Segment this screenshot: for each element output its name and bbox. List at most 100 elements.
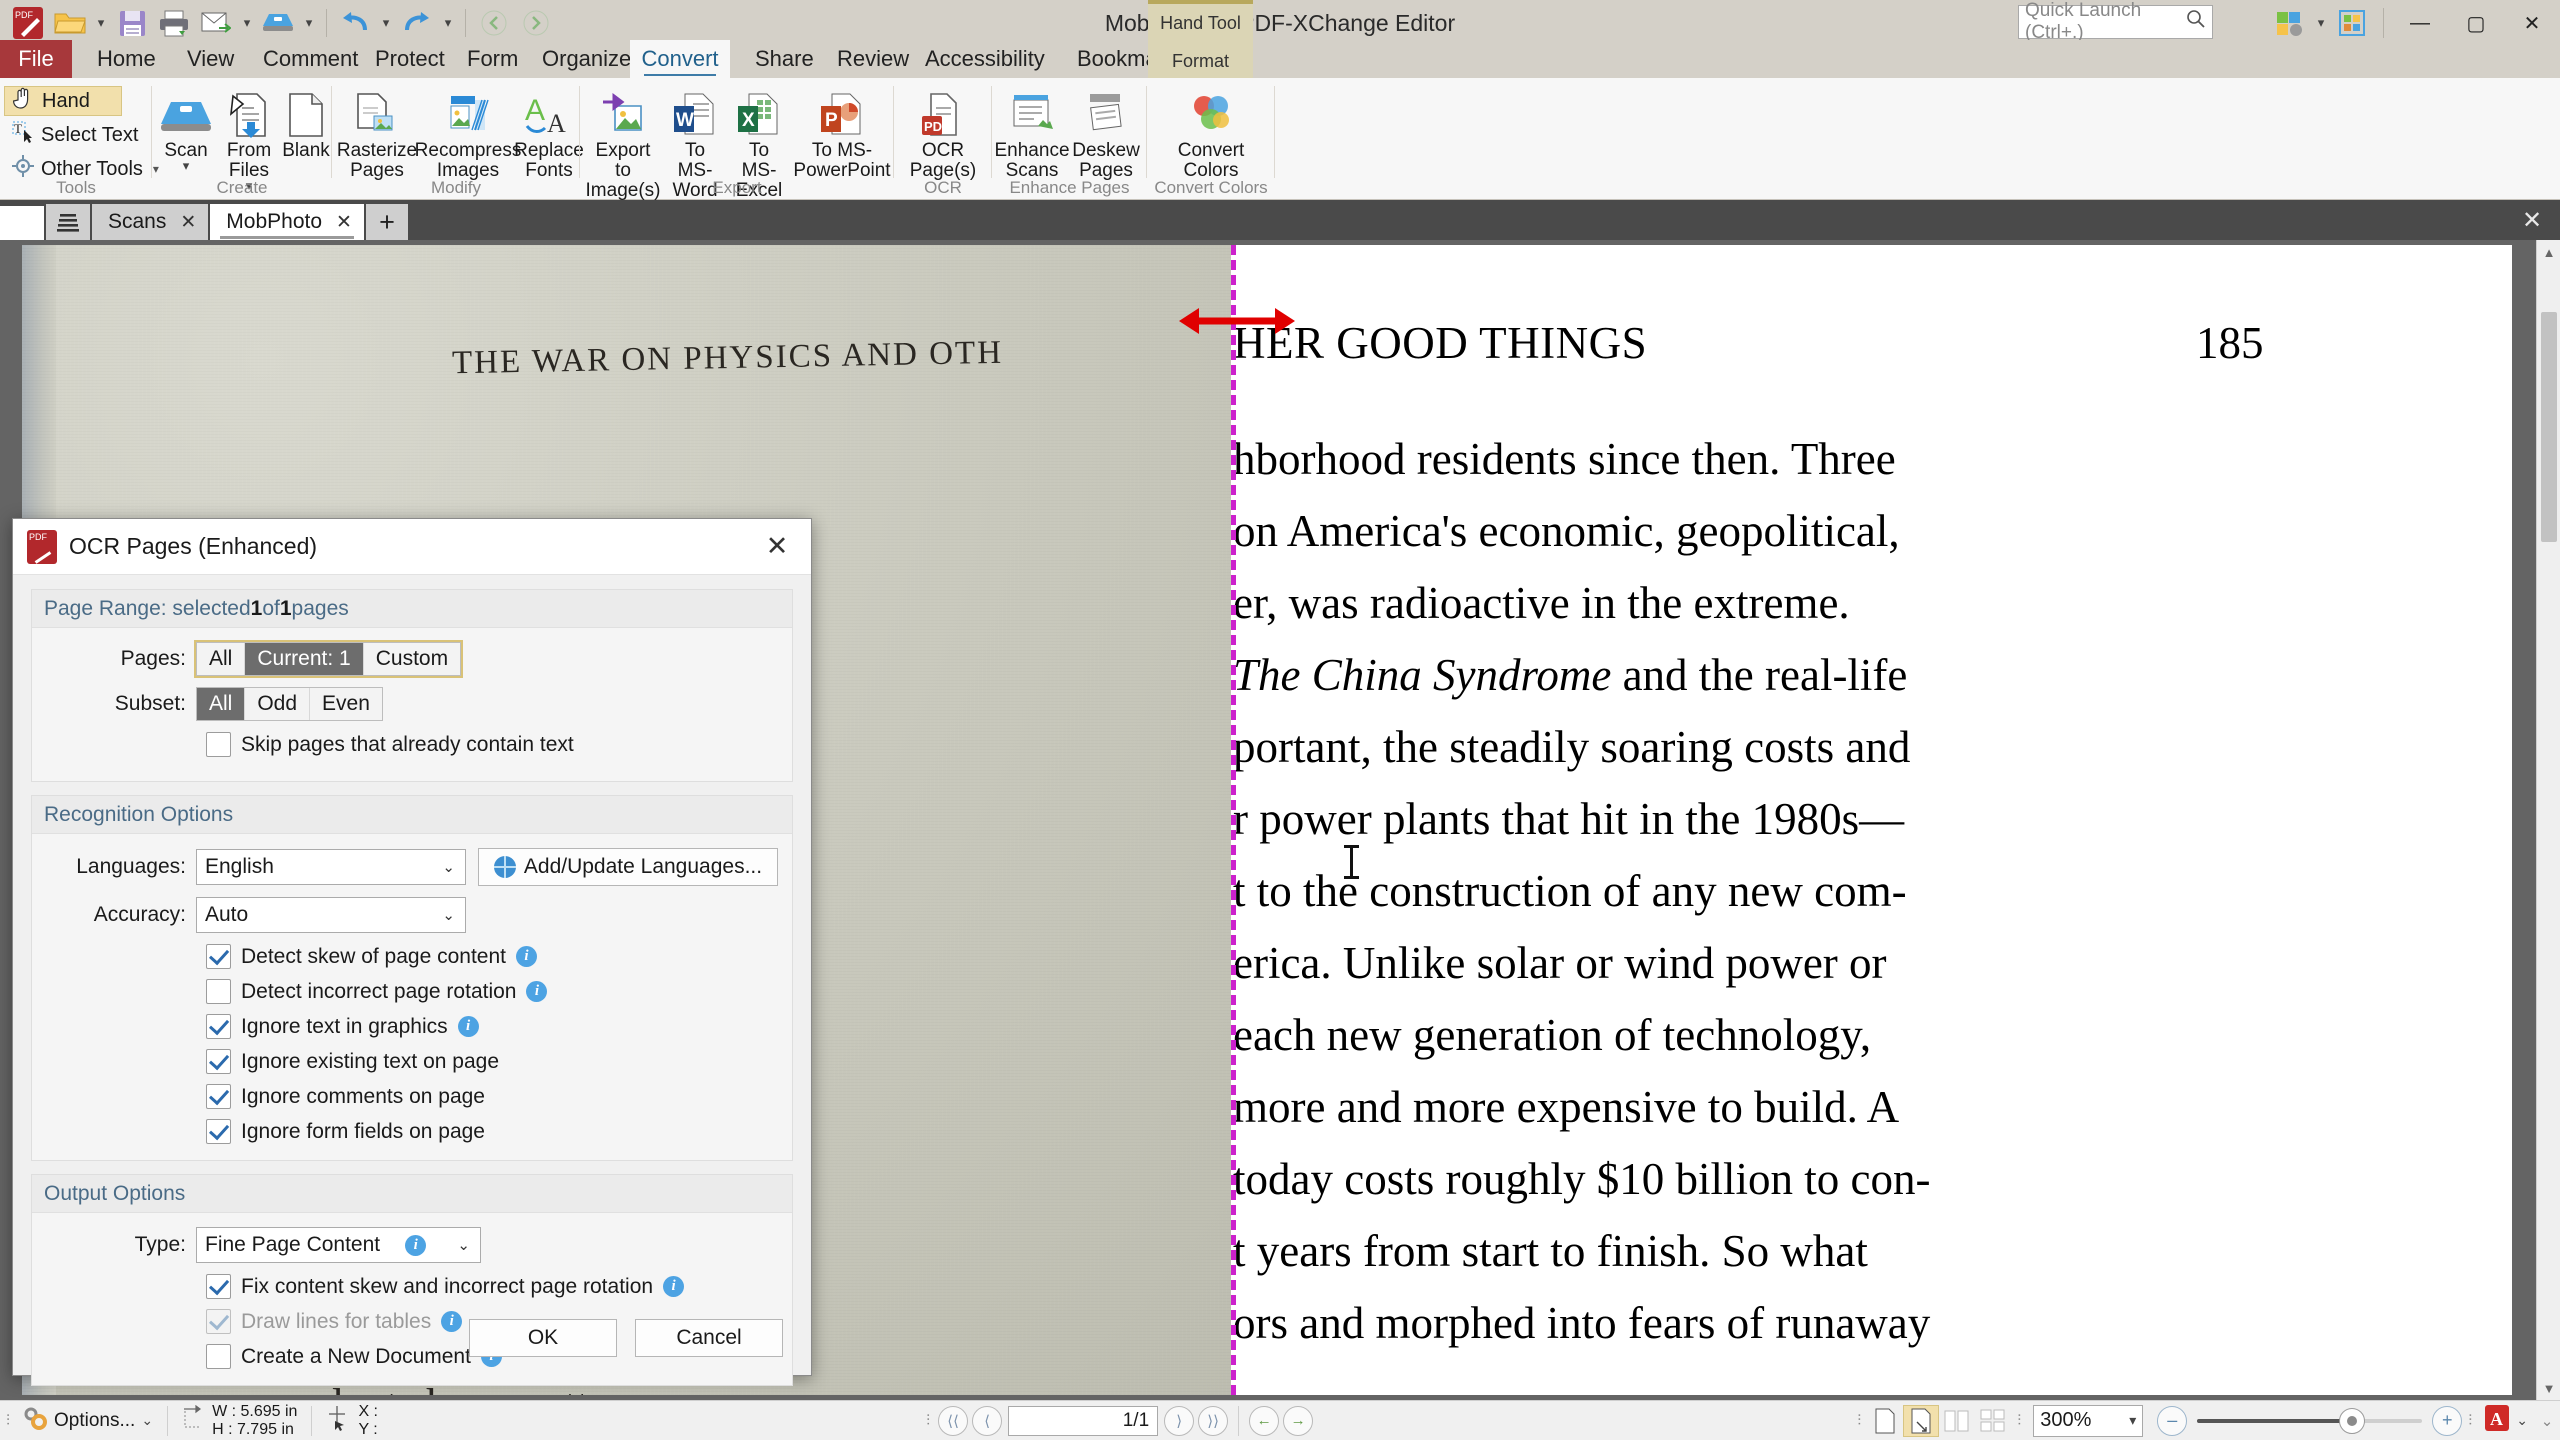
tab-share[interactable]: Share [738,40,831,78]
save-icon[interactable] [112,3,152,43]
info-icon[interactable]: i [458,1016,479,1037]
to-ms-powerpoint-button[interactable]: P To MS- PowerPoint [792,82,892,183]
tab-convert[interactable]: Convert [630,40,730,78]
skip-pages-checkbox[interactable] [206,732,231,757]
options-button[interactable]: Options... ⌄ [16,1405,159,1437]
chevron-down-icon[interactable]: ⌄ [2516,1412,2528,1429]
undo-icon[interactable] [335,3,375,43]
layout-toggle-icon[interactable] [2329,2,2375,44]
detect-rotation-checkbox[interactable] [206,979,231,1004]
cancel-button[interactable]: Cancel [635,1319,783,1357]
next-view-button[interactable]: → [1283,1406,1313,1436]
accuracy-select[interactable]: Auto ⌄ [196,897,466,933]
email-icon[interactable] [196,3,236,43]
info-icon[interactable]: i [663,1276,684,1297]
chevron-down-icon[interactable]: ⌄ [141,1412,153,1429]
tab-home[interactable]: Home [80,40,173,78]
info-icon[interactable]: i [526,981,547,1002]
close-icon[interactable]: ✕ [180,211,196,234]
info-icon[interactable]: i [516,946,537,967]
ignore-comments-checkbox[interactable] [206,1084,231,1109]
view-mode-two-page[interactable] [1939,1405,1975,1437]
app-logo-icon[interactable]: PDF [8,3,48,43]
subset-segmented-control[interactable]: All Odd Even [196,687,383,721]
print-icon[interactable] [154,3,194,43]
convert-colors-button[interactable]: Convert Colors [1159,82,1263,183]
statusbar-collapse-icon[interactable]: ⌄ [2534,1406,2560,1436]
close-all-tabs-button[interactable]: ✕ [2512,204,2552,236]
tab-form[interactable]: Form [450,40,535,78]
document-tab-mobphoto[interactable]: MobPhoto ✕ [210,204,364,240]
search-icon[interactable] [2186,9,2206,35]
ignore-existing-text-checkbox[interactable] [206,1049,231,1074]
zoom-slider[interactable]: – + [2157,1406,2462,1436]
tool-select-text[interactable]: T Select Text [4,120,146,150]
create-from-files-button[interactable]: From Files ▾ [218,82,280,193]
zoom-slider-knob[interactable] [2339,1408,2365,1434]
chevron-down-icon[interactable]: ▾ [183,161,190,171]
split-drag-arrow-icon[interactable] [1177,300,1297,342]
view-mode-single-page[interactable] [1867,1405,1903,1437]
deskew-pages-button[interactable]: Deskew Pages [1070,82,1142,183]
ignore-graphics-checkbox[interactable] [206,1014,231,1039]
create-blank-button[interactable]: Blank [282,82,330,163]
fix-skew-checkbox[interactable] [206,1274,231,1299]
add-update-languages-button[interactable]: Add/Update Languages... [478,848,778,886]
chevron-down-icon[interactable]: ⌄ [451,1236,476,1254]
chevron-down-icon[interactable]: ⌄ [436,906,461,924]
scrollbar-thumb[interactable] [2541,312,2557,542]
tab-comment[interactable]: Comment [246,40,375,78]
split-divider-line[interactable] [1231,245,1236,1395]
tab-accessibility[interactable]: Accessibility [908,40,1062,78]
create-scan-button[interactable]: Scan ▾ [158,82,214,173]
close-icon[interactable]: ✕ [336,211,352,234]
new-tab-button[interactable]: + [366,204,408,240]
replace-fonts-button[interactable]: AA Replace Fonts [518,82,580,183]
info-icon[interactable]: i [405,1235,426,1256]
ocr-pages-button[interactable]: PDF OCR Page(s) [902,82,984,183]
last-page-button[interactable]: ⟩⟩ [1198,1406,1228,1436]
tab-file[interactable]: File [0,40,72,78]
dialog-close-button[interactable]: ✕ [753,524,801,570]
subset-option-all[interactable]: All [197,688,245,720]
ignore-form-fields-checkbox[interactable] [206,1119,231,1144]
tab-format[interactable]: Format [1148,42,1253,80]
open-file-icon[interactable] [50,3,90,43]
scanner-dropdown-icon[interactable]: ▾ [300,3,318,43]
tool-hand[interactable]: Hand [4,86,122,116]
customize-toolbar-icon[interactable] [2267,2,2313,44]
previous-view-button[interactable]: ← [1249,1406,1279,1436]
recompress-images-button[interactable]: Recompress Images [420,82,516,183]
ocr-pages-dialog[interactable]: OCR Pages (Enhanced) ✕ Page Range: selec… [12,518,812,1376]
previous-page-button[interactable]: ⟨ [972,1406,1002,1436]
document-list-icon[interactable] [46,204,90,240]
next-page-button[interactable]: ⟩ [1164,1406,1194,1436]
chevron-down-icon[interactable]: ▾ [2129,1412,2136,1429]
scroll-down-icon[interactable]: ▼ [2537,1376,2560,1400]
scanner-icon[interactable] [258,3,298,43]
subset-option-odd[interactable]: Odd [245,688,310,720]
email-dropdown-icon[interactable]: ▾ [238,3,256,43]
previous-view-icon[interactable] [474,3,514,43]
rasterize-pages-button[interactable]: Rasterize Pages [336,82,418,183]
vertical-scrollbar[interactable]: ▲ ▼ [2536,240,2560,1400]
open-file-dropdown-icon[interactable]: ▾ [92,3,110,43]
zoom-in-button[interactable]: + [2432,1406,2462,1436]
page-number-input[interactable]: 1/1 [1008,1406,1158,1436]
enhance-scans-button[interactable]: Enhance Scans [996,82,1068,183]
customize-dropdown-icon[interactable]: ▾ [2313,15,2329,31]
detect-skew-checkbox[interactable] [206,944,231,969]
ok-button[interactable]: OK [469,1319,617,1357]
pages-option-all[interactable]: All [197,643,245,675]
pages-option-current[interactable]: Current: 1 [245,643,363,675]
redo-dropdown-icon[interactable]: ▾ [439,3,457,43]
chevron-down-icon[interactable]: ⌄ [436,858,461,876]
undo-dropdown-icon[interactable]: ▾ [377,3,395,43]
tab-protect[interactable]: Protect [358,40,462,78]
languages-select[interactable]: English ⌄ [196,849,466,885]
view-mode-single-page-continuous[interactable] [1903,1405,1939,1437]
pages-segmented-control[interactable]: All Current: 1 Custom [196,642,461,676]
quick-launch-input[interactable]: Quick Launch (Ctrl+.) [2018,5,2213,39]
pages-option-custom[interactable]: Custom [364,643,460,675]
next-view-icon[interactable] [516,3,556,43]
